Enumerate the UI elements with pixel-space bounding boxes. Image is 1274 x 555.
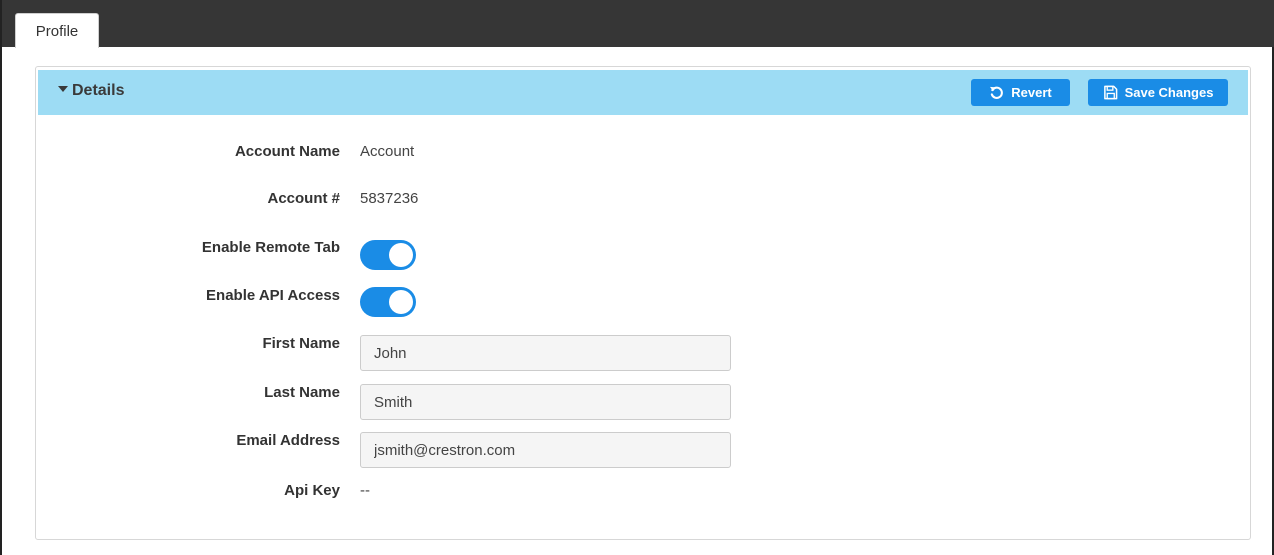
api-key-value: -- bbox=[360, 482, 370, 499]
tab-profile-label: Profile bbox=[35, 22, 79, 40]
account-number-value: 5837236 bbox=[360, 190, 419, 207]
account-name-value: Account bbox=[360, 143, 415, 160]
top-bar bbox=[2, 0, 1274, 47]
first-name-label: First Name bbox=[262, 335, 340, 352]
enable-remote-tab-label: Enable Remote Tab bbox=[201, 239, 340, 256]
caret-down-icon[interactable] bbox=[58, 86, 68, 92]
toggle-knob bbox=[389, 290, 413, 314]
enable-remote-tab-toggle[interactable] bbox=[360, 240, 416, 270]
app-frame: Profile Details Revert Save Changes Acco… bbox=[0, 0, 1274, 555]
details-panel-header: Details Revert Save Changes bbox=[38, 70, 1248, 115]
save-changes-button[interactable]: Save Changes bbox=[1088, 79, 1228, 106]
revert-button[interactable]: Revert bbox=[971, 79, 1070, 106]
last-name-field[interactable] bbox=[360, 384, 731, 420]
first-name-field[interactable] bbox=[360, 335, 731, 371]
enable-api-access-label: Enable API Access bbox=[206, 287, 340, 304]
save-changes-label: Save Changes bbox=[1124, 85, 1214, 100]
tab-profile[interactable]: Profile bbox=[15, 13, 99, 48]
revert-label: Revert bbox=[1011, 85, 1052, 100]
revert-icon bbox=[989, 85, 1004, 100]
enable-api-access-toggle[interactable] bbox=[360, 287, 416, 317]
last-name-label: Last Name bbox=[264, 384, 340, 401]
details-title[interactable]: Details bbox=[72, 82, 124, 100]
toggle-knob bbox=[389, 243, 413, 267]
account-number-label: Account # bbox=[267, 190, 340, 207]
email-address-field[interactable] bbox=[360, 432, 731, 468]
email-address-label: Email Address bbox=[236, 432, 340, 449]
save-icon bbox=[1103, 85, 1118, 100]
api-key-label: Api Key bbox=[284, 482, 340, 499]
account-name-label: Account Name bbox=[234, 143, 340, 160]
